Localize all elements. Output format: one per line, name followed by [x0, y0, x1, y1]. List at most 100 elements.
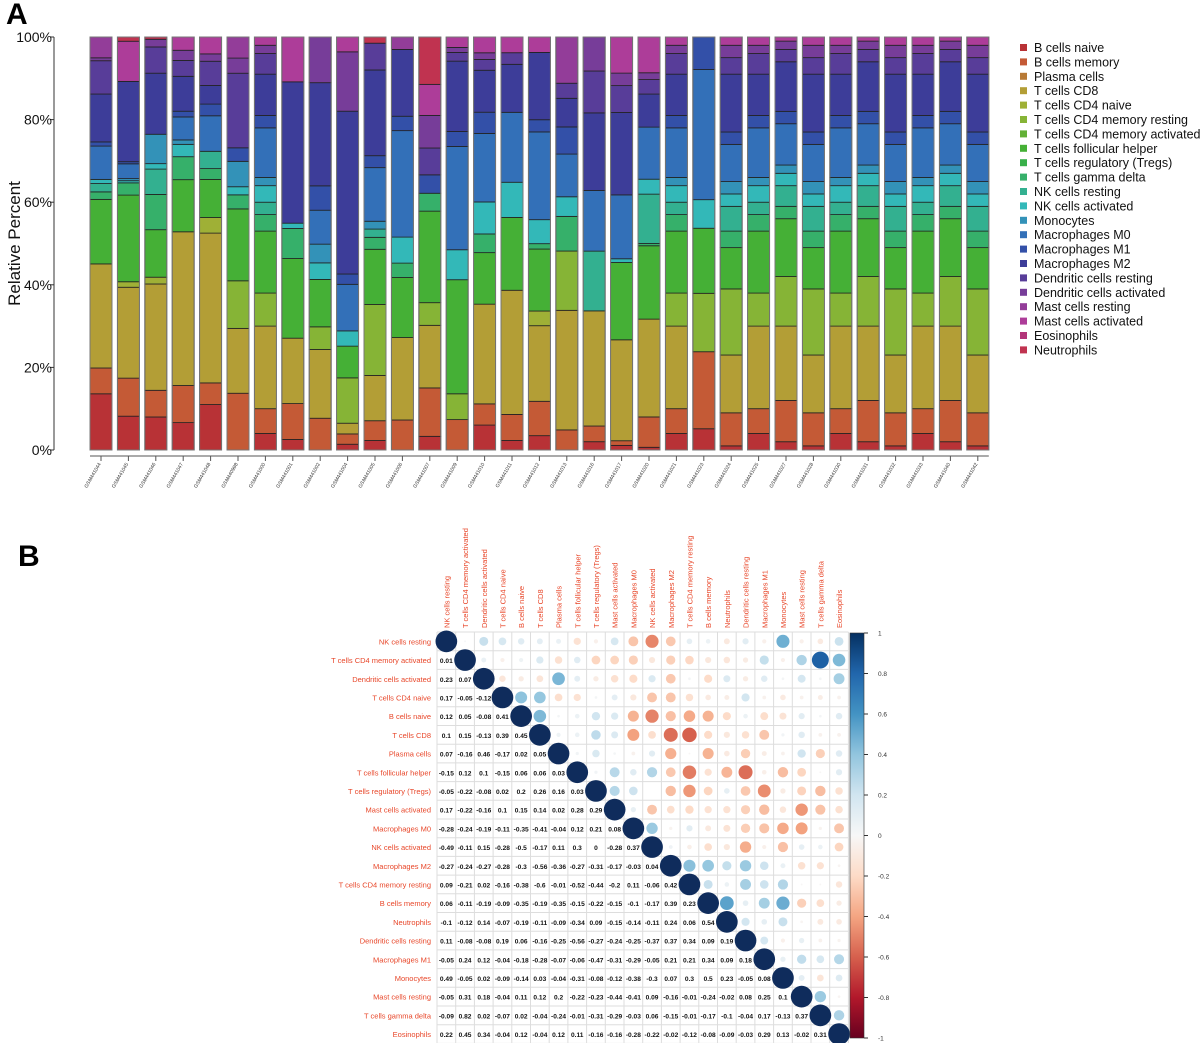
correlation-value: -0.27	[588, 939, 603, 946]
correlation-value: 0.08	[739, 995, 752, 1002]
correlation-value: 0.34	[477, 1032, 490, 1039]
correlation-circle	[682, 765, 697, 779]
correlation-circle	[629, 674, 638, 683]
correlation-circle	[665, 747, 677, 760]
diagonal-circle	[678, 873, 701, 896]
correlation-value: -0.02	[719, 995, 734, 1002]
correlation-circle	[837, 695, 841, 700]
correlation-matrix: NK cells resting NK cells resting T cells …	[331, 528, 890, 1043]
correlation-value: 0.12	[440, 714, 453, 721]
diagonal-circle	[622, 817, 645, 840]
correlation-circle	[704, 674, 713, 683]
correlation-value: 0.02	[477, 882, 490, 889]
correlation-circle	[818, 826, 822, 830]
correlation-circle	[665, 636, 676, 647]
diagonal-circle	[716, 911, 738, 933]
correlation-circle	[723, 731, 730, 738]
correlation-value: -0.6	[534, 882, 546, 889]
correlation-circle	[797, 767, 807, 777]
correlation-circle	[631, 751, 636, 756]
correlation-value: -0.27	[439, 864, 454, 871]
correlation-value: 0.39	[664, 901, 677, 908]
correlation-circle	[835, 769, 843, 776]
correlation-value: -0.15	[607, 920, 622, 927]
correlation-circle	[723, 824, 731, 832]
correlation-circle	[811, 651, 829, 669]
correlation-circle	[762, 844, 767, 850]
correlation-circle	[798, 844, 805, 850]
correlation-circle	[797, 674, 806, 683]
correlation-circle	[552, 672, 565, 686]
correlation-circle	[835, 787, 843, 795]
row-label: Monocytes	[395, 974, 432, 983]
correlation-circle	[759, 823, 770, 834]
correlation-value: 0.07	[440, 752, 453, 759]
correlation-circle	[760, 936, 769, 945]
correlation-value: 0.08	[758, 976, 771, 983]
correlation-circle	[800, 883, 803, 886]
correlation-circle	[722, 712, 731, 721]
correlation-circle	[517, 638, 525, 645]
correlation-circle	[688, 752, 691, 755]
correlation-value: -0.07	[495, 920, 510, 927]
correlation-circle	[795, 803, 808, 816]
correlation-value: 0.54	[702, 920, 715, 927]
correlation-value: -0.05	[439, 957, 454, 964]
colorbar-tick-label: -0.8	[878, 995, 890, 1002]
correlation-circle	[591, 730, 601, 740]
correlation-value: -0.12	[476, 695, 491, 702]
column-label: T cells CD8	[536, 589, 545, 628]
correlation-circle	[837, 938, 841, 943]
correlation-value: 0.17	[758, 1013, 771, 1020]
correlation-value: 0.11	[440, 939, 453, 946]
correlation-value: 0.82	[459, 1013, 472, 1020]
correlation-circle	[817, 918, 824, 925]
correlation-circle	[574, 732, 580, 738]
correlation-value: -0.04	[532, 1013, 547, 1020]
correlation-circle	[758, 897, 770, 909]
correlation-value: 0.12	[477, 957, 490, 964]
correlation-value: -0.09	[495, 901, 510, 908]
correlation-value: 0.14	[533, 808, 546, 815]
correlation-value: -0.1	[628, 901, 640, 908]
column-label: Dendritic cells activated	[480, 549, 489, 628]
correlation-circle	[819, 883, 822, 886]
correlation-circle	[648, 656, 656, 664]
row-label: T cells regulatory (Tregs)	[348, 787, 431, 796]
correlation-value: 0.1	[479, 770, 488, 777]
correlation-value: 0.01	[440, 658, 453, 665]
row-label: Macrophages M0	[373, 824, 431, 833]
correlation-circle	[796, 954, 807, 964]
row-label: Neutrophils	[393, 918, 431, 927]
column-label: T cells gamma delta	[816, 560, 825, 628]
correlation-circle	[592, 749, 600, 758]
correlation-value: -0.21	[458, 882, 473, 889]
column-label: T cells CD4 memory resting	[685, 536, 694, 628]
correlation-circle	[833, 673, 845, 685]
row-label: T cells CD4 naive	[372, 693, 431, 702]
colorbar-tick-label: 0.6	[878, 712, 887, 719]
correlation-circle	[648, 675, 656, 683]
correlation-value: -0.24	[458, 864, 473, 871]
correlation-value: 0.06	[533, 770, 546, 777]
correlation-value: -0.01	[551, 882, 566, 889]
correlation-circle	[536, 675, 544, 683]
correlation-value: -0.09	[551, 920, 566, 927]
diagonal-circle	[435, 630, 458, 653]
correlation-circle	[648, 750, 656, 757]
correlation-circle	[574, 713, 580, 719]
correlation-value: -0.24	[551, 1013, 566, 1020]
correlation-circle	[611, 712, 619, 720]
colorbar-tick-label: 0	[878, 833, 882, 840]
correlation-value: -0.12	[458, 920, 473, 927]
correlation-circle	[759, 861, 769, 871]
correlation-value: 0.5	[704, 976, 713, 983]
correlation-value: -0.05	[439, 995, 454, 1002]
correlation-value: -0.22	[458, 808, 473, 815]
correlation-circle	[816, 974, 824, 982]
correlation-circle	[704, 843, 713, 851]
correlation-circle	[628, 655, 638, 665]
correlation-value: 0.15	[515, 808, 528, 815]
correlation-value: -0.35	[514, 901, 529, 908]
correlation-value: -0.24	[458, 826, 473, 833]
